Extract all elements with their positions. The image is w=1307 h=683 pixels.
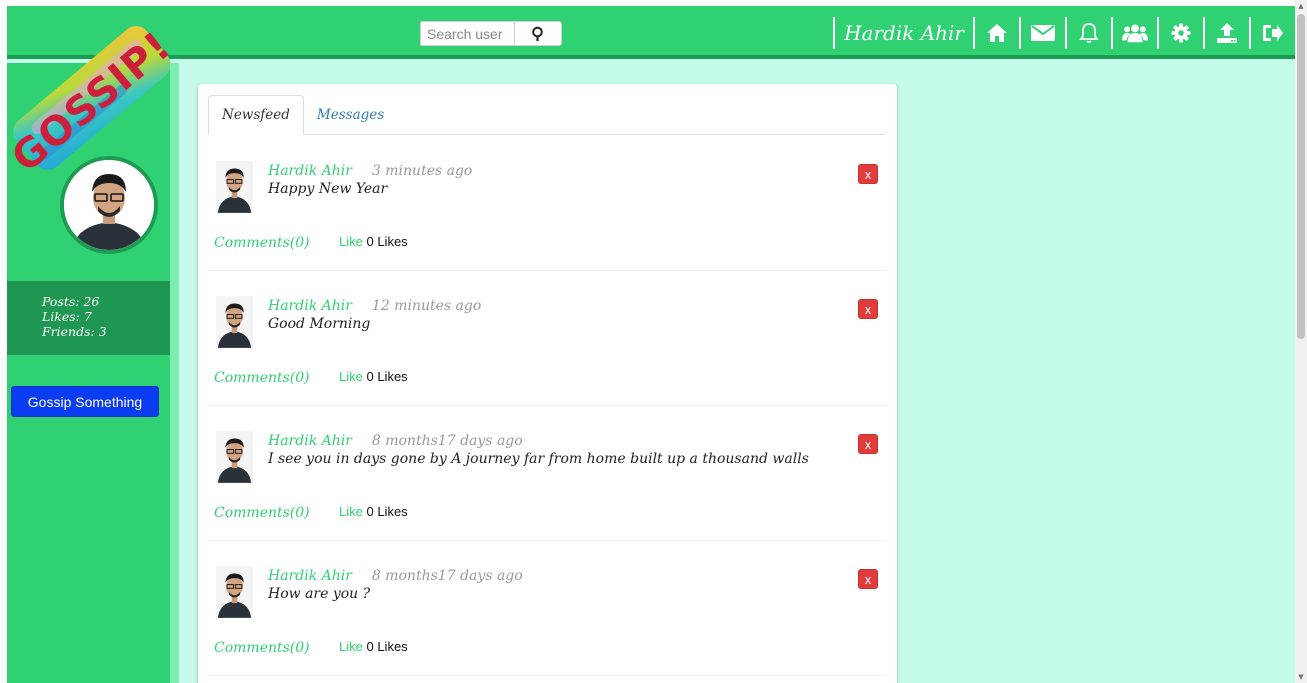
nav-divider	[1019, 17, 1021, 49]
nav-divider	[973, 17, 975, 49]
post-content: Good Morning	[268, 316, 371, 332]
nav-divider	[1157, 17, 1159, 49]
delete-post-button[interactable]: x	[858, 164, 878, 184]
post-item: Hardik Ahir 12 minutes ago Good Morning x…	[208, 271, 886, 406]
friends-button[interactable]	[1122, 20, 1148, 46]
comments-link[interactable]: Comments(0)	[214, 505, 310, 521]
post-meta: Hardik Ahir 3 minutes ago	[268, 163, 472, 179]
sign-out-icon	[1263, 25, 1283, 41]
messages-button[interactable]	[1030, 20, 1056, 46]
like-section: Like 0 Likes	[339, 639, 408, 654]
search-button[interactable]	[515, 21, 562, 46]
sidebar-edge	[170, 63, 179, 683]
bell-icon	[1079, 23, 1099, 44]
page-scrollbar[interactable]: ▲ ▼	[1295, 0, 1307, 683]
post-avatar[interactable]	[216, 566, 253, 618]
friends-count: Friends: 3	[42, 324, 107, 339]
likes-count: Likes: 7	[42, 309, 92, 324]
like-button[interactable]: Like	[339, 504, 363, 519]
post-time: 8 months17 days ago	[371, 433, 523, 449]
post-content: I see you in days gone by A journey far …	[268, 451, 809, 467]
post-author[interactable]: Hardik Ahir	[268, 163, 352, 179]
post-avatar[interactable]	[216, 431, 253, 483]
post-item: Hardik Ahir 8 months17 days ago How are y…	[208, 541, 886, 676]
search-form	[420, 21, 562, 46]
post-author[interactable]: Hardik Ahir	[268, 433, 352, 449]
notifications-button[interactable]	[1076, 20, 1102, 46]
like-button[interactable]: Like	[339, 369, 363, 384]
gear-icon	[1171, 23, 1191, 43]
gossip-something-button[interactable]: Gossip Something	[11, 386, 159, 417]
post-meta: Hardik Ahir 8 months17 days ago	[268, 568, 523, 584]
top-navbar: Hardik Ahir	[7, 6, 1295, 59]
nav-divider	[1111, 17, 1113, 49]
post-content: Happy New Year	[268, 181, 388, 197]
upload-button[interactable]	[1214, 20, 1240, 46]
sidebar: GOSSIP! Posts: 26 Likes: 7 Friends: 3 Go…	[7, 23, 180, 683]
page-frame: Hardik Ahir	[7, 6, 1295, 683]
likes-count-label: 0 Likes	[366, 369, 408, 384]
profile-avatar[interactable]	[60, 156, 158, 254]
delete-post-button[interactable]: x	[858, 299, 878, 319]
home-button[interactable]	[984, 20, 1010, 46]
like-button[interactable]: Like	[339, 234, 363, 249]
post-time: 12 minutes ago	[371, 298, 482, 314]
post-time: 8 months17 days ago	[371, 568, 523, 584]
tab-messages[interactable]: Messages	[304, 95, 397, 134]
likes-count-label: 0 Likes	[366, 639, 408, 654]
like-section: Like 0 Likes	[339, 234, 408, 249]
delete-post-button[interactable]: x	[858, 569, 878, 589]
comments-link[interactable]: Comments(0)	[214, 370, 310, 386]
like-section: Like 0 Likes	[339, 369, 408, 384]
profile-stats: Posts: 26 Likes: 7 Friends: 3	[7, 281, 170, 355]
post-avatar[interactable]	[216, 161, 253, 213]
post-author[interactable]: Hardik Ahir	[268, 568, 352, 584]
search-input[interactable]	[420, 21, 515, 46]
like-section: Like 0 Likes	[339, 504, 408, 519]
scroll-down-arrow-icon[interactable]: ▼	[1297, 673, 1305, 681]
likes-count-label: 0 Likes	[366, 504, 408, 519]
post-item: Hardik Ahir 8 months17 days ago I see you…	[208, 406, 886, 541]
like-button[interactable]: Like	[339, 639, 363, 654]
upload-icon	[1217, 23, 1237, 43]
post-time: 3 minutes ago	[371, 163, 473, 179]
users-icon	[1122, 24, 1148, 43]
post-meta: Hardik Ahir 8 months17 days ago	[268, 433, 523, 449]
nav-divider	[1203, 17, 1205, 49]
comments-link[interactable]: Comments(0)	[214, 235, 310, 251]
posts-count: Posts: 26	[42, 294, 100, 309]
nav-divider	[1249, 17, 1251, 49]
home-icon	[987, 24, 1007, 42]
logout-button[interactable]	[1260, 20, 1286, 46]
profile-username-link[interactable]: Hardik Ahir	[844, 21, 964, 45]
profile-photo	[64, 160, 154, 250]
settings-button[interactable]	[1168, 20, 1194, 46]
post-meta: Hardik Ahir 12 minutes ago	[268, 298, 481, 314]
feed-tabs: Newsfeed Messages	[208, 95, 886, 135]
post-content: How are you ?	[268, 586, 371, 602]
post-avatar[interactable]	[216, 296, 253, 348]
top-nav: Hardik Ahir	[824, 14, 1295, 52]
likes-count-label: 0 Likes	[366, 234, 408, 249]
scrollbar-thumb[interactable]	[1297, 14, 1305, 339]
delete-post-button[interactable]: x	[858, 434, 878, 454]
tab-newsfeed[interactable]: Newsfeed	[208, 95, 304, 135]
feed-panel: Newsfeed Messages Hardik Ahir 3 minutes a…	[198, 84, 897, 683]
post-author[interactable]: Hardik Ahir	[268, 298, 352, 314]
post-item: Hardik Ahir 3 minutes ago Happy New Year …	[208, 136, 886, 271]
scroll-up-arrow-icon[interactable]: ▲	[1297, 2, 1305, 10]
comments-link[interactable]: Comments(0)	[214, 640, 310, 656]
search-icon	[532, 26, 543, 41]
envelope-icon	[1031, 25, 1055, 41]
nav-divider	[1065, 17, 1067, 49]
nav-divider	[833, 17, 836, 49]
